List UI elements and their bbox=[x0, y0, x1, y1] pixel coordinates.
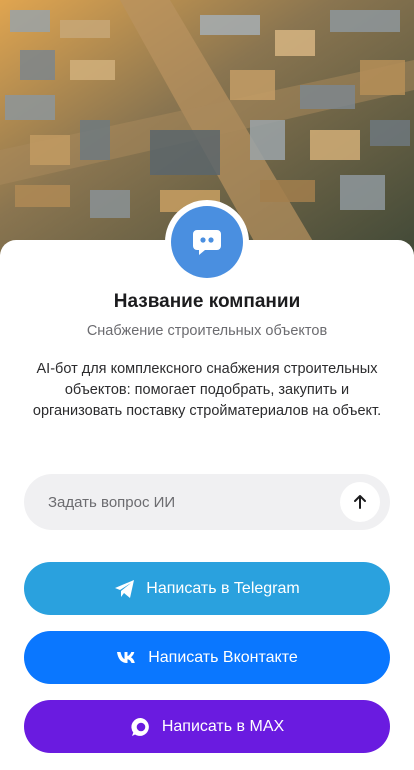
telegram-button-label: Написать в Telegram bbox=[146, 579, 300, 597]
chat-bot-icon bbox=[191, 228, 223, 256]
ask-ai-bar bbox=[24, 474, 390, 530]
telegram-button[interactable]: Написать в Telegram bbox=[24, 562, 390, 615]
ask-ai-input[interactable] bbox=[48, 493, 340, 511]
vk-button[interactable]: Написать Вконтакте bbox=[24, 631, 390, 684]
company-subtitle: Снабжение строительных объектов bbox=[86, 323, 328, 339]
vk-button-label: Написать Вконтакте bbox=[148, 648, 298, 666]
telegram-icon bbox=[114, 579, 136, 599]
vk-icon bbox=[116, 651, 138, 665]
send-button[interactable] bbox=[340, 482, 380, 522]
company-name: Название компании bbox=[113, 291, 301, 312]
max-button-label: Написать в MAX bbox=[161, 717, 285, 735]
avatar bbox=[165, 200, 249, 284]
company-description: AI-бот для комплексного снабжения строит… bbox=[32, 361, 382, 419]
max-button[interactable]: Написать в MAX bbox=[24, 700, 390, 753]
bot-avatar bbox=[171, 206, 243, 278]
max-icon bbox=[130, 716, 152, 738]
arrow-up-icon bbox=[352, 494, 368, 510]
